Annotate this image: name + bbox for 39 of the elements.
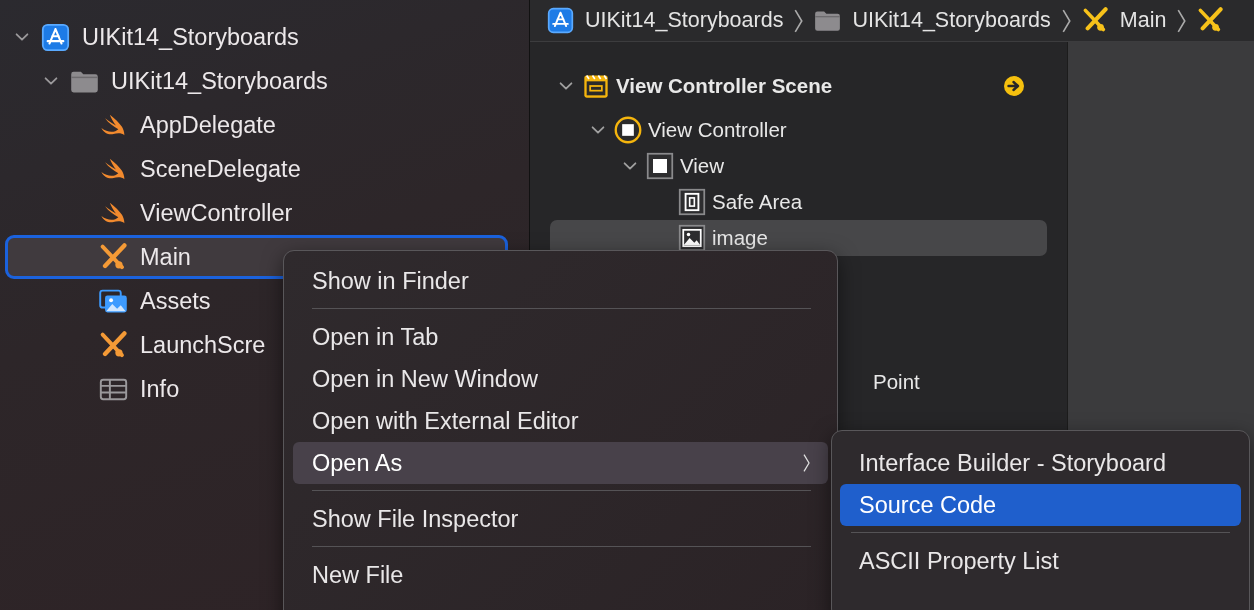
outline-item[interactable]: View [550,148,1047,184]
chevron-right-icon [801,453,812,473]
chevron-right-icon [793,7,805,34]
outline-item[interactable]: image [550,220,1047,256]
menu-item[interactable]: Open with External Editor [293,400,828,442]
storyboard-icon [1197,7,1225,34]
jump-bar-item[interactable] [1197,7,1225,34]
navigator-item[interactable]: SceneDelegate [5,147,508,191]
navigator-item[interactable]: UIKit14_Storyboards [5,59,508,103]
navigator-item[interactable]: UIKit14_Storyboards [5,15,508,59]
view-icon [646,152,674,180]
chevron-right-icon [1176,7,1188,34]
jump-bar-item[interactable]: UIKit14_Storyboards [814,7,1051,34]
outline-item[interactable]: View Controller Scene [550,64,1047,108]
outline-item[interactable]: Safe Area [550,184,1047,220]
scene-icon [582,72,610,100]
project-icon [41,22,70,52]
menu-item[interactable]: Open As [293,442,828,484]
menu-item[interactable]: ASCII Property List [840,540,1241,582]
image-icon [678,224,706,252]
chevron-right-icon [1060,7,1072,34]
controller-icon [614,116,642,144]
menu-item[interactable]: Show File Inspector [293,498,828,540]
menu-item[interactable]: Source Code [840,484,1241,526]
jump-bar-item[interactable]: Main [1081,7,1167,34]
menu-item[interactable]: Interface Builder - Storyboard [840,442,1241,484]
menu-item[interactable]: Open in New Window [293,358,828,400]
arrow-circle-icon[interactable] [1003,75,1025,97]
menu-item[interactable]: Open in Tab [293,316,828,358]
safe-area-icon [678,188,706,216]
storyboard-icon [99,330,128,360]
navigator-item[interactable]: ViewController [5,191,508,235]
jump-bar-item[interactable]: UIKit14_Storyboards [547,7,784,34]
navigator-item[interactable]: AppDelegate [5,103,508,147]
storyboard-icon [1081,7,1109,34]
project-icon [547,7,574,34]
menu-item[interactable]: New File [293,554,828,596]
storyboard-icon [99,242,128,272]
outline-item[interactable]: View Controller [550,112,1047,148]
